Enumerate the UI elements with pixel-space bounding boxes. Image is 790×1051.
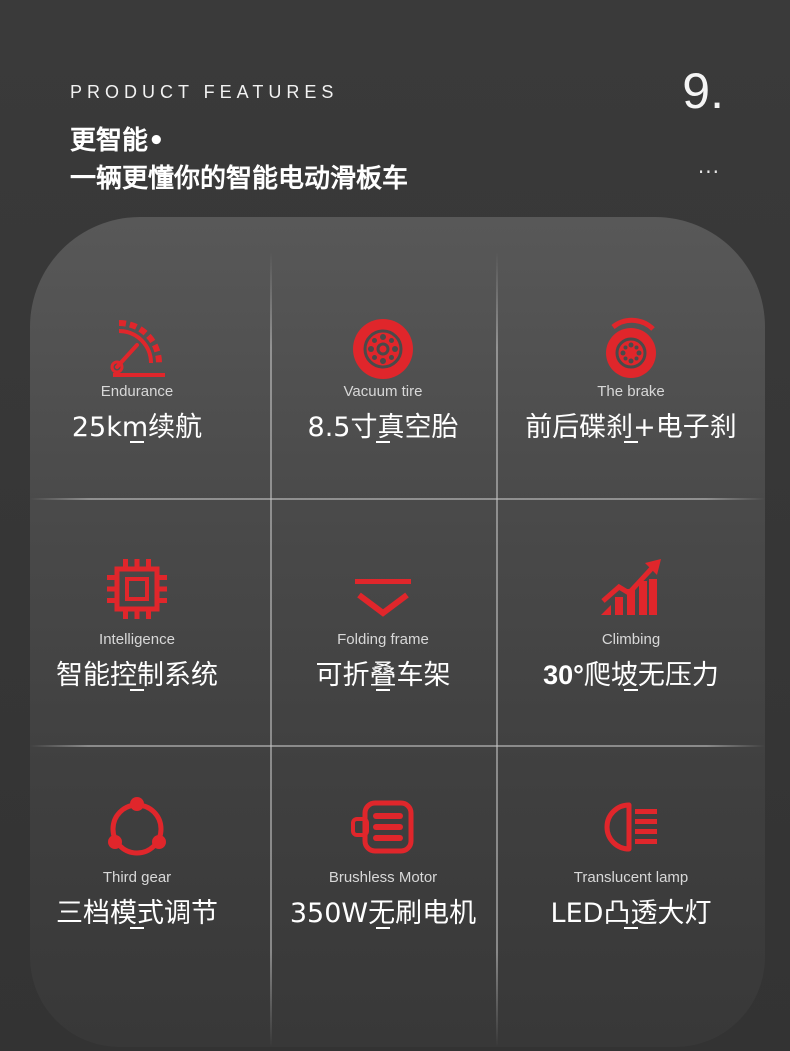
feature-label-en: Climbing <box>601 631 661 648</box>
page-number: 9. <box>682 63 724 119</box>
feature-label-cn: 8.5寸真空胎 <box>307 412 459 443</box>
feature-label-cn: 前后碟刹+电子刹 <box>525 412 737 443</box>
feature-label-cn: 可折叠车架 <box>315 660 451 691</box>
feature-label-cn: 30°爬坡无压力 <box>491 653 765 692</box>
feature-label-en: Translucent lamp <box>573 869 689 886</box>
three-gear-icon <box>108 797 166 856</box>
feature-dash <box>624 689 638 691</box>
eyebrow-title: PRODUCT FEATURES <box>70 82 339 102</box>
feature-label-cn: LED凸透大灯 <box>550 898 712 929</box>
feature-dash <box>624 927 638 929</box>
heading-secondary: 一辆更懂你的智能电动滑板车 <box>70 164 409 194</box>
brake-disc-icon <box>606 317 656 378</box>
grid-divider-horizontal-1 <box>30 498 765 500</box>
headlamp-icon <box>604 802 657 852</box>
feature-dash <box>376 441 390 443</box>
feature-dash <box>130 441 144 443</box>
speedometer-icon <box>110 320 165 377</box>
feature-dash <box>376 927 390 929</box>
feature-dash <box>130 689 144 691</box>
feature-label-cn-highlight: 30° <box>543 660 584 690</box>
feature-label-cn: 25km续航 <box>71 412 203 443</box>
feature-label-en: Intelligence <box>99 631 175 648</box>
feature-dash <box>624 441 638 443</box>
more-dots: ··· <box>697 160 720 184</box>
feature-dash <box>376 689 390 691</box>
product-features-page: PRODUCT FEATURES 9. 更智能• 一辆更懂你的智能电动滑板车 ·… <box>0 0 790 1051</box>
heading-primary: 更智能• <box>70 126 165 156</box>
feature-label-en: Vacuum tire <box>343 383 423 400</box>
feature-label-en: The brake <box>597 383 665 400</box>
fold-chevron-icon <box>355 579 411 617</box>
feature-label-cn-text: 爬坡无压力 <box>583 660 719 691</box>
feature-label-cn: 350W无刷电机 <box>289 898 477 929</box>
feature-dash <box>130 927 144 929</box>
feature-label-cn: 三档模式调节 <box>56 898 218 929</box>
growth-chart-icon <box>601 559 661 615</box>
feature-label-en: Endurance <box>100 383 174 400</box>
feature-label-cn: 智能控制系统 <box>56 660 218 691</box>
feature-label-en: Folding frame <box>337 631 429 648</box>
grid-divider-horizontal-2 <box>30 745 765 747</box>
tire-icon <box>353 319 413 379</box>
feature-label-en: Brushless Motor <box>328 869 438 886</box>
motor-icon <box>351 800 414 854</box>
feature-label-en: Third gear <box>102 869 172 886</box>
features-panel: Endurance 25km续航 Vacuum tire 8.5寸真空胎 The… <box>30 217 765 1047</box>
chip-icon <box>107 559 167 619</box>
